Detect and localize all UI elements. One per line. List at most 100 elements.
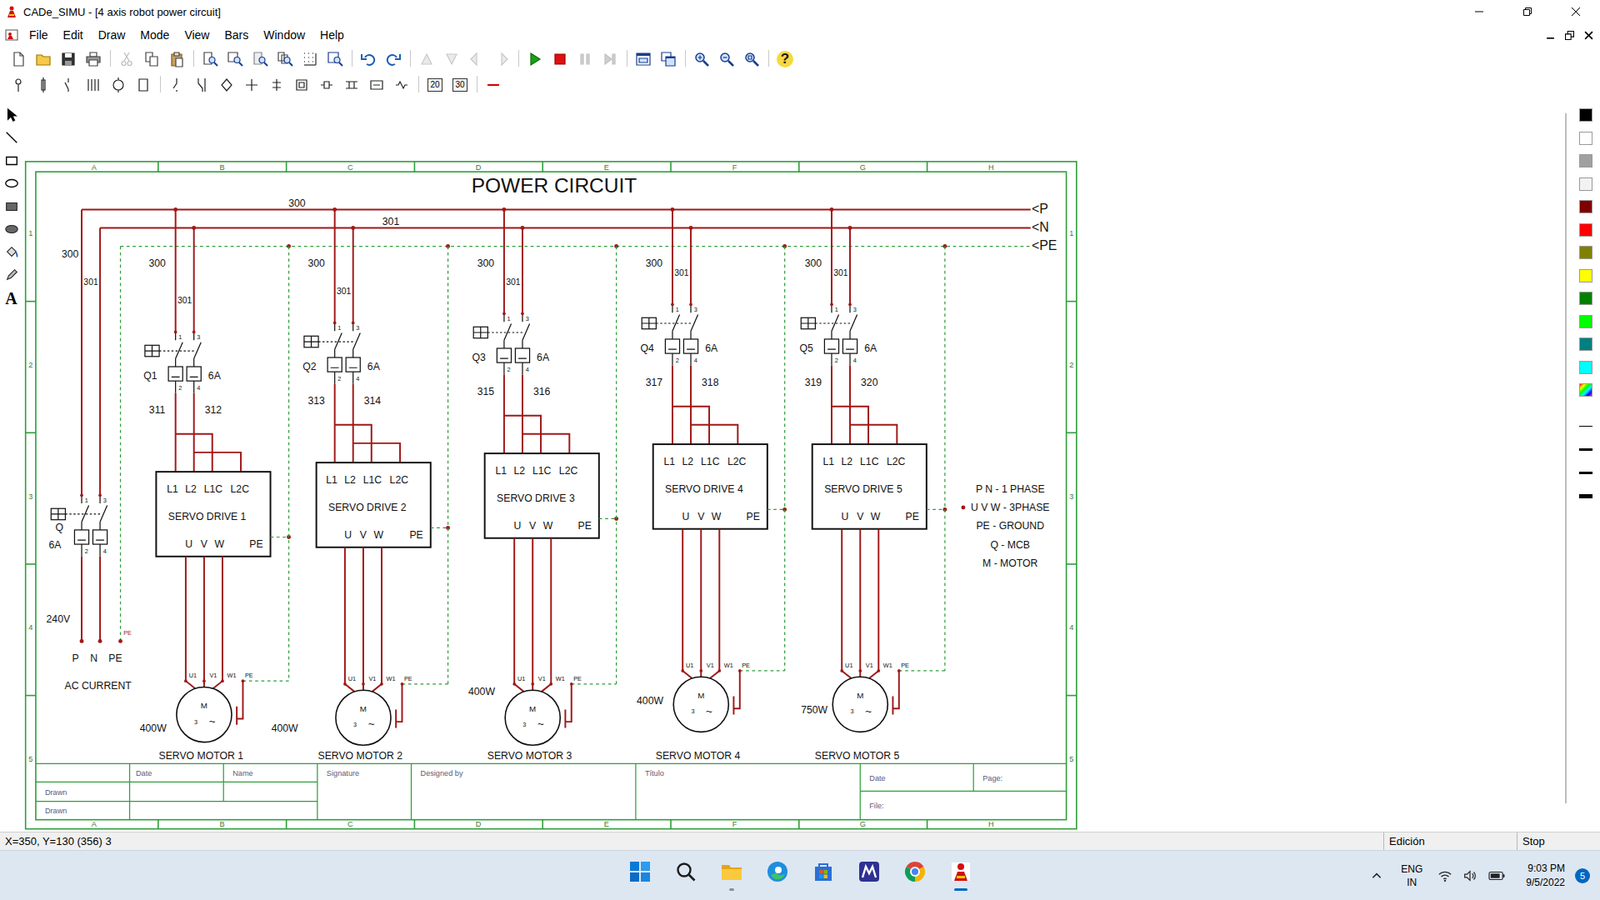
copy-button[interactable] — [140, 48, 164, 70]
color-swatch[interactable] — [1579, 177, 1593, 191]
zall-button[interactable] — [273, 48, 297, 70]
zpage-button[interactable] — [198, 48, 222, 70]
component-redline-button[interactable] — [481, 74, 505, 96]
menu-item[interactable]: View — [176, 28, 217, 42]
cade-taskbar-button[interactable] — [944, 855, 978, 897]
zout-button[interactable] — [715, 48, 739, 70]
color-swatch[interactable] — [1579, 245, 1593, 260]
component-c2-button[interactable] — [31, 74, 55, 96]
component-c12-button[interactable] — [290, 74, 314, 96]
line-thickness-option[interactable] — [1577, 461, 1595, 485]
chrome-taskbar-button[interactable] — [898, 855, 932, 897]
color-swatch[interactable] — [1579, 269, 1593, 283]
custom-color-swatch[interactable] — [1579, 383, 1593, 397]
stop-button[interactable] — [548, 48, 572, 70]
servo-drive[interactable] — [316, 462, 431, 548]
servo-drive[interactable] — [653, 444, 768, 530]
menu-item[interactable]: Mode — [132, 28, 177, 42]
servo-drive[interactable] — [155, 471, 270, 557]
drawing-tool[interactable] — [0, 103, 23, 127]
menu-item[interactable]: File — [21, 28, 56, 42]
print-button[interactable] — [81, 48, 105, 70]
servo-drive[interactable] — [812, 444, 927, 530]
servo-motor[interactable]: U1V1W1PEM3~ — [505, 538, 582, 746]
drawing-canvas[interactable]: ABCDEFGHABCDEFGH1234512345POWER CIRCUIT<… — [22, 98, 1560, 832]
wifi-icon[interactable] — [1437, 868, 1453, 884]
cut-button[interactable] — [115, 48, 139, 70]
show-hidden-icons-icon[interactable] — [1370, 870, 1383, 882]
component-c8-button[interactable] — [190, 74, 214, 96]
zreal-button[interactable] — [323, 48, 347, 70]
menu-item[interactable]: Help — [312, 28, 352, 42]
mail-taskbar-button[interactable] — [852, 855, 886, 897]
store-taskbar-button[interactable] — [806, 855, 840, 897]
color-swatch[interactable] — [1579, 200, 1593, 214]
win2-button[interactable] — [656, 48, 680, 70]
circuit-breaker[interactable]: 1324Q16A — [143, 330, 221, 394]
component-c14-button[interactable] — [340, 74, 364, 96]
servo-drive[interactable] — [485, 453, 600, 539]
component-c5-button[interactable] — [106, 74, 130, 96]
drawing-tool[interactable] — [0, 195, 23, 219]
line-thickness-option[interactable] — [1577, 438, 1595, 462]
restore-document-icon[interactable] — [1565, 30, 1575, 40]
restore-button[interactable] — [1503, 0, 1552, 24]
color-swatch[interactable] — [1579, 315, 1593, 329]
component-c3-button[interactable] — [56, 74, 80, 96]
circuit-breaker[interactable]: 1324Q6A — [49, 493, 108, 556]
component-c11-button[interactable] — [265, 74, 289, 96]
zfit-button[interactable] — [740, 48, 764, 70]
drawing-tool[interactable] — [0, 172, 23, 196]
play-button[interactable] — [523, 48, 547, 70]
paste-button[interactable] — [165, 48, 189, 70]
redo-button[interactable] — [381, 48, 405, 70]
open-button[interactable] — [31, 48, 55, 70]
close-document-icon[interactable] — [1584, 30, 1594, 40]
component-c4-button[interactable] — [81, 74, 105, 96]
help-button[interactable]: ? — [773, 48, 797, 70]
component-c15-button[interactable] — [365, 74, 389, 96]
circuit-breaker[interactable]: 1324Q26A — [302, 321, 380, 385]
battery-icon[interactable] — [1487, 868, 1506, 884]
text-tool[interactable]: A — [0, 286, 23, 310]
component-c6-button[interactable] — [131, 74, 155, 96]
drawing-tool[interactable] — [0, 264, 23, 288]
component-c16-button[interactable] — [390, 74, 414, 96]
circuit-breaker[interactable]: 1324Q36A — [472, 312, 550, 375]
scroll-thumb[interactable] — [1565, 113, 1567, 804]
servo-motor[interactable]: U1V1W1PEM3~ — [673, 529, 750, 733]
circuit-breaker[interactable]: 1324Q46A — [640, 302, 719, 365]
menu-item[interactable]: Bars — [216, 28, 256, 42]
servo-motor[interactable]: U1V1W1PEM3~ — [335, 547, 413, 746]
color-swatch[interactable] — [1579, 131, 1593, 145]
zsel-button[interactable] — [223, 48, 247, 70]
menu-item[interactable]: Edit — [55, 28, 91, 42]
drawing-tool[interactable] — [0, 126, 23, 150]
line-thickness-option[interactable] — [1577, 485, 1595, 509]
step-button[interactable] — [598, 48, 622, 70]
color-swatch[interactable] — [1579, 291, 1593, 305]
minimize-document-icon[interactable] — [1545, 30, 1555, 40]
al4-button[interactable] — [490, 48, 514, 70]
undo-button[interactable] — [356, 48, 380, 70]
grid-button[interactable] — [298, 48, 322, 70]
color-swatch[interactable] — [1579, 108, 1593, 122]
drawing-tool[interactable] — [0, 149, 23, 173]
input-language[interactable]: ENGIN — [1400, 862, 1423, 890]
color-swatch[interactable] — [1579, 360, 1593, 375]
vertical-scrollbar[interactable] — [1559, 98, 1572, 832]
edge-taskbar-button[interactable] — [760, 855, 795, 897]
component-c7-button[interactable] — [165, 74, 189, 96]
component-c13-button[interactable] — [315, 74, 339, 96]
notification-badge[interactable]: 5 — [1575, 868, 1590, 884]
save-button[interactable] — [56, 48, 80, 70]
win1-button[interactable] — [631, 48, 655, 70]
view-button[interactable]: 30 — [448, 74, 472, 96]
view-button[interactable]: 20 — [423, 74, 447, 96]
close-button[interactable] — [1551, 0, 1600, 24]
search-taskbar-button[interactable] — [669, 855, 703, 897]
servo-motor[interactable]: U1V1W1PEM3~ — [176, 556, 254, 743]
drawing-tool[interactable] — [0, 240, 23, 265]
al2-button[interactable] — [440, 48, 464, 70]
color-swatch[interactable] — [1579, 154, 1593, 168]
